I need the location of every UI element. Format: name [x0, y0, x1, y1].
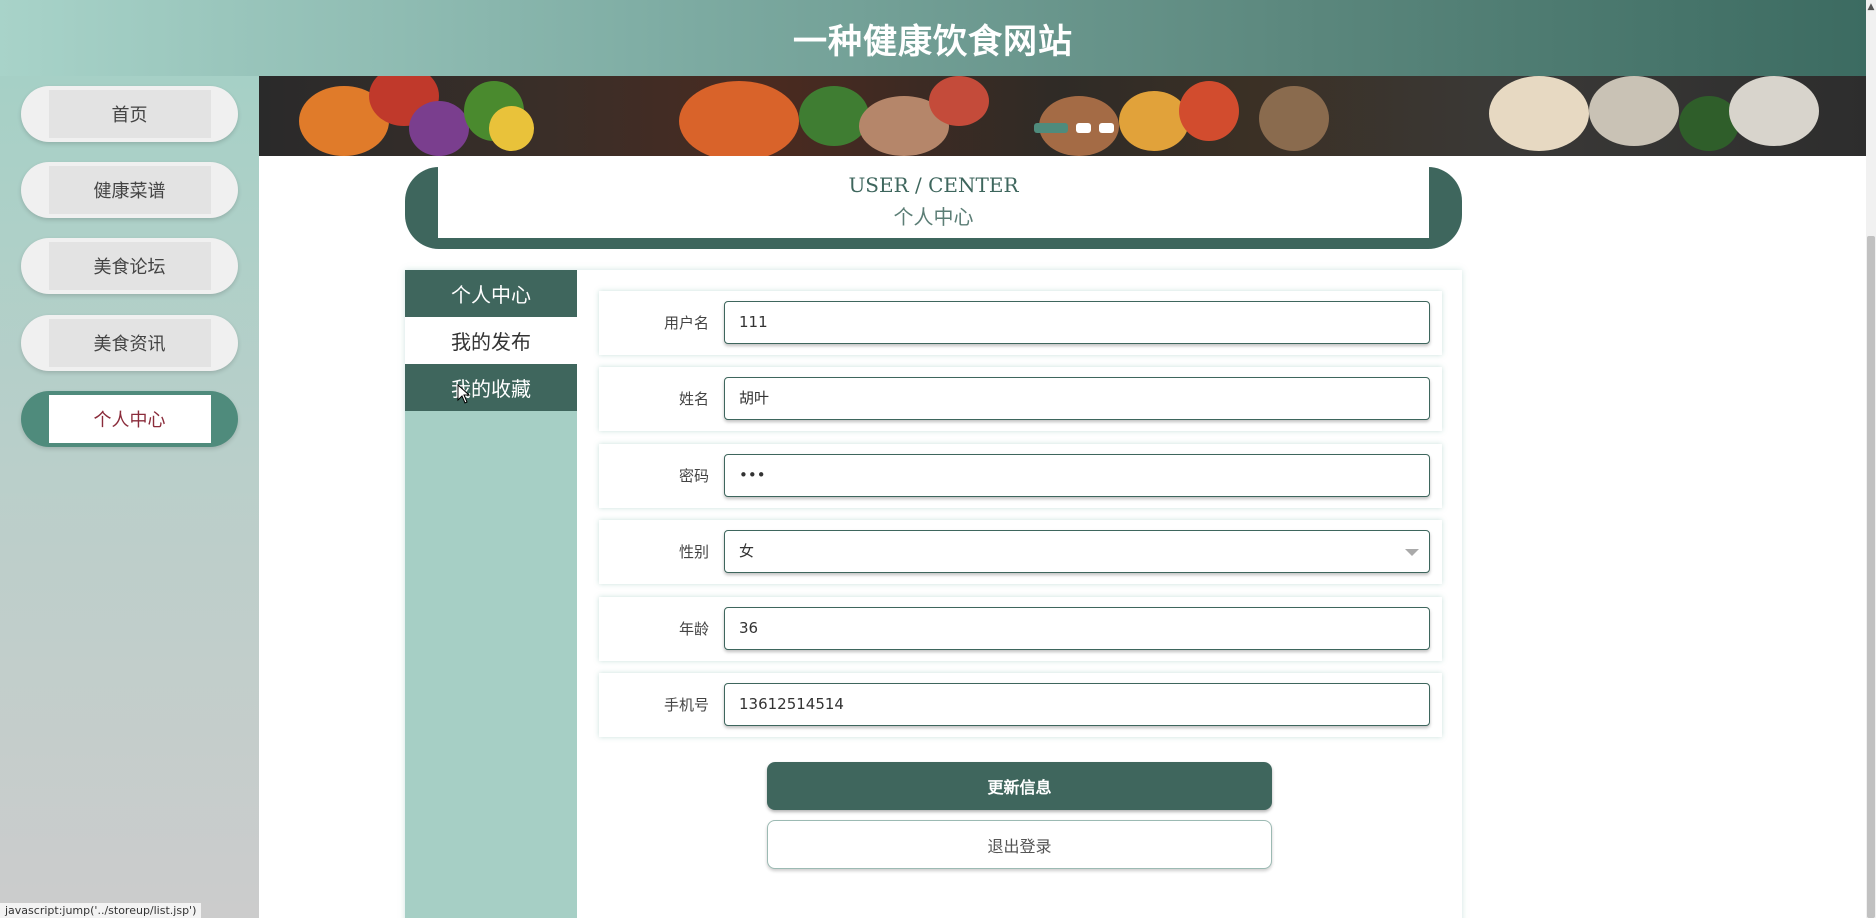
sidebar-item-food-news[interactable]: 美食资讯	[21, 315, 238, 371]
username-input[interactable]: 111	[724, 301, 1430, 344]
name-input[interactable]: 胡叶	[724, 377, 1430, 420]
sidebar-item-label: 美食资讯	[48, 319, 211, 367]
sidebar-item-label: 美食论坛	[48, 242, 211, 290]
username-label: 用户名	[663, 314, 709, 332]
food-image-decoration	[1589, 76, 1679, 146]
food-image-decoration	[409, 101, 469, 156]
update-info-button[interactable]: 更新信息	[767, 762, 1272, 810]
sidebar-item-home[interactable]: 首页	[21, 86, 238, 142]
tab-my-favorites[interactable]: 我的收藏	[405, 364, 577, 411]
sidebar-item-label: 首页	[48, 90, 211, 138]
scrollbar-thumb[interactable]	[1867, 236, 1875, 918]
gender-select[interactable]: 女	[724, 530, 1430, 573]
user-center-panel: 个人中心 我的发布 我的收藏 用户名 111 姓名 胡叶 密码 ••• 性别 女…	[405, 270, 1462, 918]
logout-button[interactable]: 退出登录	[767, 820, 1272, 869]
form-row-phone: 手机号 13612514514	[599, 673, 1442, 737]
scroll-up-arrow-icon[interactable]: ▲	[1866, 0, 1876, 14]
carousel-dot-3[interactable]	[1099, 123, 1114, 133]
food-image-decoration	[1489, 76, 1589, 151]
site-header: 一种健康饮食网站	[0, 0, 1866, 76]
section-title-en: USER / CENTER	[848, 173, 1019, 197]
phone-label: 手机号	[663, 696, 709, 714]
sidebar-item-label: 个人中心	[48, 395, 211, 443]
carousel-dot-1[interactable]	[1034, 123, 1068, 133]
food-image-decoration	[799, 86, 869, 146]
form-row-password: 密码 •••	[599, 444, 1442, 508]
gender-label: 性别	[678, 543, 709, 561]
browser-status-bar: javascript:jump('../storeup/list.jsp')	[0, 902, 203, 918]
site-title: 一种健康饮食网站	[793, 21, 1073, 62]
food-image-decoration	[1119, 91, 1189, 151]
sidebar-item-label: 健康菜谱	[48, 166, 211, 214]
password-input[interactable]: •••	[724, 454, 1430, 497]
form-row-username: 用户名 111	[599, 291, 1442, 355]
form-row-gender: 性别 女	[599, 520, 1442, 584]
tab-user-center[interactable]: 个人中心	[405, 270, 577, 317]
food-image-decoration	[679, 81, 799, 156]
section-title-cn: 个人中心	[893, 205, 974, 229]
sidebar-item-healthy-recipes[interactable]: 健康菜谱	[21, 162, 238, 218]
food-image-decoration	[489, 106, 534, 151]
sidebar-item-food-forum[interactable]: 美食论坛	[21, 238, 238, 294]
name-label: 姓名	[678, 390, 709, 408]
food-image-decoration	[1259, 86, 1329, 151]
carousel-indicators	[1034, 123, 1114, 133]
sidebar-nav: 首页 健康菜谱 美食论坛 美食资讯 个人中心	[0, 76, 259, 918]
gender-select-value: 女	[739, 542, 755, 560]
page: 一种健康饮食网站 ▲ 首页 健康菜谱 美食论坛 美食资讯 个人中心 USER /…	[0, 0, 1876, 918]
section-heading: USER / CENTER 个人中心	[405, 167, 1462, 249]
food-image-decoration	[1729, 76, 1819, 146]
carousel-dot-2[interactable]	[1076, 123, 1091, 133]
tab-my-posts[interactable]: 我的发布	[405, 317, 577, 364]
banner-carousel[interactable]	[259, 76, 1866, 156]
food-image-decoration	[929, 76, 989, 126]
chevron-down-icon	[1405, 549, 1419, 556]
age-input[interactable]: 36	[724, 607, 1430, 650]
section-heading-inner: USER / CENTER 个人中心	[438, 167, 1429, 238]
food-image-decoration	[1179, 81, 1239, 141]
form-row-age: 年龄 36	[599, 597, 1442, 661]
mouse-cursor-icon	[457, 384, 471, 404]
form-row-name: 姓名 胡叶	[599, 367, 1442, 431]
user-center-tabs: 个人中心 我的发布 我的收藏	[405, 270, 577, 918]
password-label: 密码	[678, 467, 709, 485]
sidebar-item-user-center[interactable]: 个人中心	[21, 391, 238, 447]
phone-input[interactable]: 13612514514	[724, 683, 1430, 726]
age-label: 年龄	[678, 620, 709, 638]
